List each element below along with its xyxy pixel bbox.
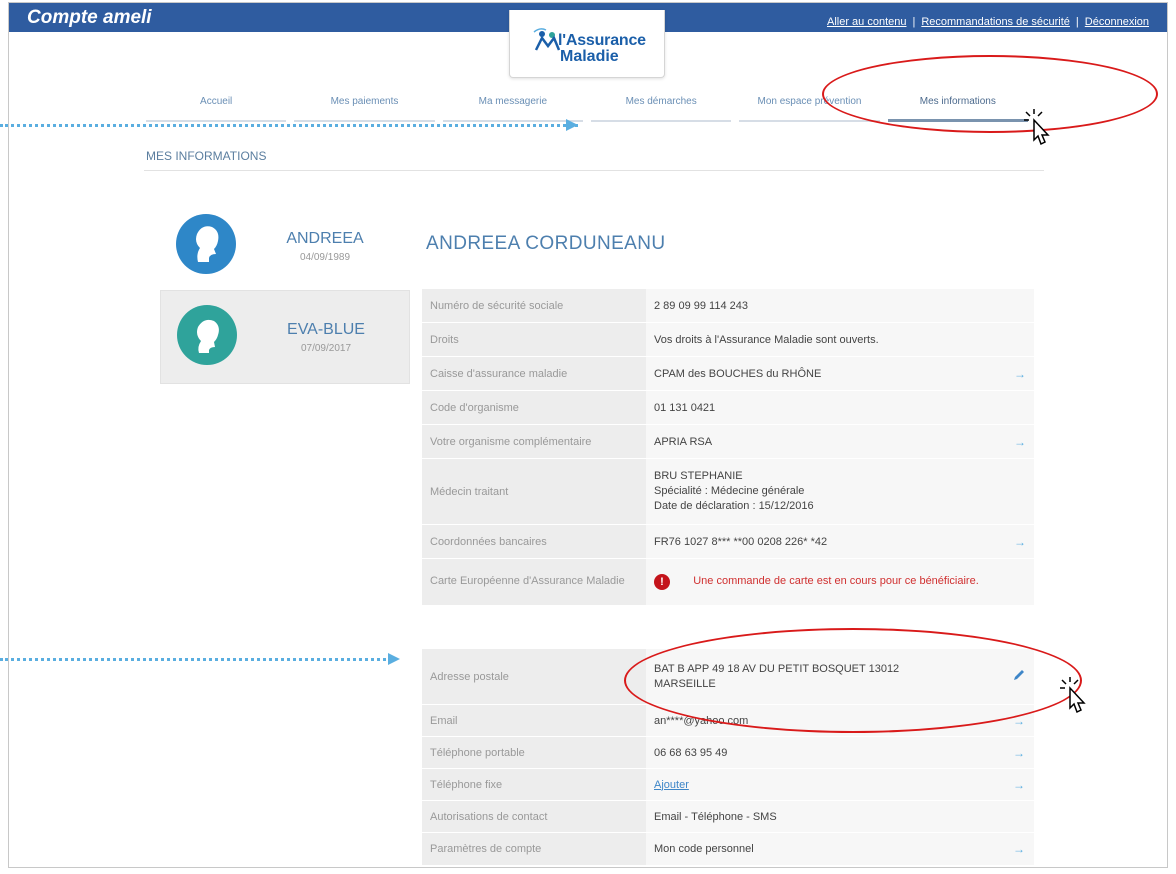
profile-name: ANDREEA [286,230,364,247]
table-row: Carte Européenne d'Assurance Maladie ! U… [422,558,1034,605]
row-value: 06 68 63 95 49 [646,736,1004,769]
profile-birthdate: 04/09/1989 [299,252,351,263]
profile-birthdate: 07/09/2017 [300,343,352,354]
top-links: Aller au contenu | Recommandations de sécu… [826,16,1149,28]
table-row[interactable]: Téléphone portable 06 68 63 95 49 → [422,736,1034,769]
table-row: Droits Vos droits à l'Assurance Maladie … [422,322,1034,357]
row-label: Téléphone fixe [422,768,646,801]
section-divider [144,170,1044,171]
brand-title: Compte ameli [27,7,152,28]
row-label: Code d'organisme [422,390,646,425]
security-recommendations-link[interactable]: Recommandations de sécurité [921,16,1070,28]
table-row[interactable]: Paramètres de compte Mon code personnel … [422,832,1034,865]
arrow-right-icon[interactable]: → [1004,768,1034,801]
warning-text: Une commande de carte est en cours pour … [693,575,979,588]
nav-item-paiements[interactable]: Mes paiements [294,90,435,122]
click-cursor-icon [1024,109,1050,146]
nav-item-accueil[interactable]: Accueil [146,90,287,122]
assurance-maladie-logo[interactable]: l'Assurance Maladie [509,10,665,78]
avatar [177,305,237,365]
annotation-dotted-line-2 [0,658,392,661]
row-label: Téléphone portable [422,736,646,769]
click-cursor-icon [1060,677,1086,714]
section-title: MES INFORMATIONS [146,149,267,163]
nav-item-demarches[interactable]: Mes démarches [590,90,732,122]
highlight-ellipse-address [624,628,1082,733]
row-value: Mon code personnel [646,832,1004,865]
table-row[interactable]: Caisse d'assurance maladie CPAM des BOUC… [422,356,1034,391]
row-label: Autorisations de contact [422,800,646,833]
arrow-right-icon[interactable]: → [1006,424,1034,459]
table-row[interactable]: Votre organisme complémentaire APRIA RSA… [422,424,1034,459]
child-silhouette-icon [197,319,219,353]
row-value: FR76 1027 8*** **00 0208 226* *42 [646,524,1006,559]
row-label: Carte Européenne d'Assurance Maladie [422,558,646,605]
logo-text-line2: Maladie [560,48,619,65]
exclamation-icon: ! [654,573,670,590]
table-row: Numéro de sécurité sociale 2 89 09 99 11… [422,288,1034,323]
row-value: Vos droits à l'Assurance Maladie sont ou… [646,322,1006,357]
row-label: Adresse postale [422,648,646,705]
row-label: Paramètres de compte [422,832,646,865]
row-label: Coordonnées bancaires [422,524,646,559]
row-value: 2 89 09 99 114 243 [646,288,1006,323]
info-table: Numéro de sécurité sociale 2 89 09 99 11… [422,288,1034,605]
woman-silhouette-icon [196,226,219,262]
doctor-name: BRU STEPHANIE [654,470,743,482]
table-row: Autorisations de contact Email - Télépho… [422,800,1034,833]
profile-card-eva-blue[interactable]: EVA-BLUE 07/09/2017 [160,290,410,384]
table-row: Médecin traitant BRU STEPHANIE Spécialit… [422,458,1034,525]
row-label: Votre organisme complémentaire [422,424,646,459]
row-value: Email - Téléphone - SMS [646,800,1004,833]
highlight-ellipse-nav [822,55,1158,133]
annotation-dotted-line-1 [0,124,578,127]
row-label: Droits [422,322,646,357]
add-landline-link[interactable]: Ajouter [654,779,689,791]
person-full-name: ANDREEA CORDUNEANU [426,233,666,254]
row-label: Caisse d'assurance maladie [422,356,646,391]
table-row[interactable]: Téléphone fixe Ajouter → [422,768,1034,801]
avatar [176,214,236,274]
nav-item-messagerie[interactable]: Ma messagerie [442,90,583,122]
arrow-right-icon[interactable]: → [1004,832,1034,865]
table-row[interactable]: Coordonnées bancaires FR76 1027 8*** **0… [422,524,1034,559]
skip-to-content-link[interactable]: Aller au contenu [827,16,907,28]
arrow-right-icon[interactable]: → [1004,736,1034,769]
row-label: Médecin traitant [422,458,646,525]
logout-link[interactable]: Déconnexion [1085,16,1149,28]
profile-card-andreea[interactable]: ANDREEA 04/09/1989 [160,200,410,290]
row-value: CPAM des BOUCHES du RHÔNE [646,356,1006,391]
row-value: 01 131 0421 [646,390,1006,425]
row-value: APRIA RSA [646,424,1006,459]
annotation-arrow-head-1 [566,119,578,131]
arrow-right-icon[interactable]: → [1006,524,1034,559]
row-label: Email [422,704,646,737]
arrow-right-icon[interactable]: → [1006,356,1034,391]
doctor-specialty: Spécialité : Médecine générale [654,485,805,497]
table-row: Code d'organisme 01 131 0421 [422,390,1034,425]
row-label: Numéro de sécurité sociale [422,288,646,323]
annotation-arrow-head-2 [388,653,400,665]
doctor-declaration-date: Date de déclaration : 15/12/2016 [654,500,814,512]
profile-name: EVA-BLUE [287,321,365,338]
row-value: BRU STEPHANIE Spécialité : Médecine géné… [646,458,1006,525]
warning-message: ! Une commande de carte est en cours pou… [654,573,998,590]
